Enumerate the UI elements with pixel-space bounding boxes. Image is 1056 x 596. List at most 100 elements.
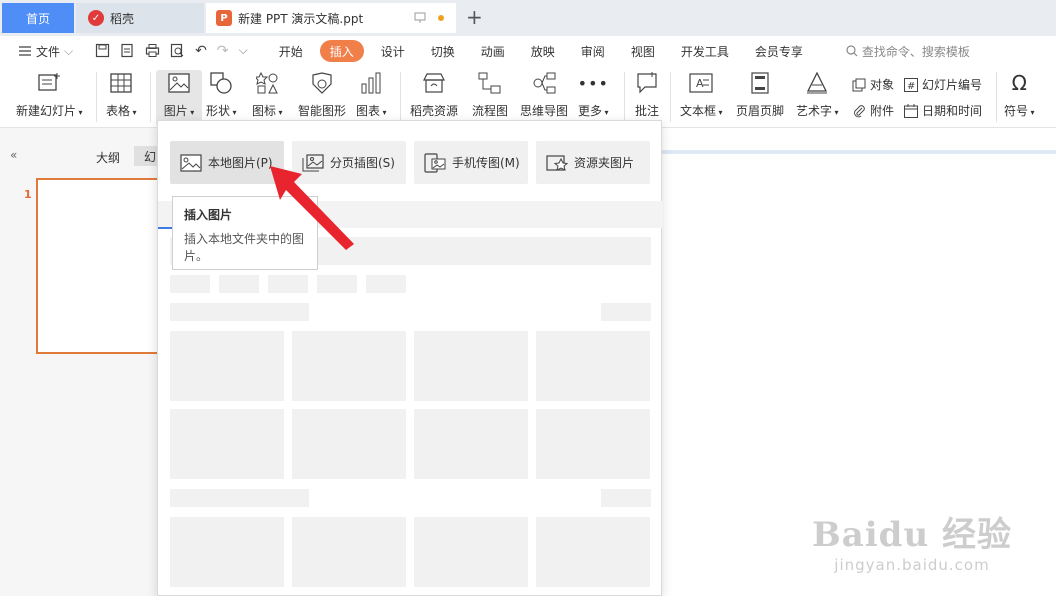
file-menu-label: 文件 [36,44,61,59]
mindmap-button[interactable]: 思维导图 [520,70,568,119]
loading-placeholder [219,275,259,293]
tab-home[interactable]: 首页 [2,3,74,33]
customize-toolbar-icon[interactable]: ⌵ [239,43,248,59]
print-preview-icon[interactable] [170,43,185,59]
flowchart-button[interactable]: 流程图 [472,70,508,119]
picture-icon [166,70,192,96]
new-tab-plus-icon[interactable]: + [466,5,483,29]
tab-daoke[interactable]: ✓ 稻壳 [76,3,204,33]
menu-tab-transition[interactable]: 切换 [418,40,468,62]
menu-tab-start[interactable]: 开始 [266,40,316,62]
export-pdf-icon[interactable] [120,43,135,59]
attachment-label: 附件 [870,104,895,118]
daoke-resources-label: 稻壳资源 [410,104,459,118]
slide-panel: « 大纲 幻 1 [0,128,166,596]
textbox-button[interactable]: A 文本框 ▾ [680,70,723,119]
smart-shape-button[interactable]: 智能图形 [298,70,346,119]
object-button[interactable]: 对象 [852,76,894,93]
slide-number-button[interactable]: # 幻灯片编号 [904,76,982,93]
shape-button[interactable]: 形状 ▾ [206,70,237,119]
chart-icon [358,70,384,96]
ppt-logo-icon: P [216,10,232,26]
icon-button[interactable]: 图标 ▾ [252,70,283,119]
file-menu[interactable]: 文件 ⌵ [18,43,73,60]
resource-folder-option[interactable]: 资源夹图片 [536,141,650,184]
new-slide-label: 新建幻灯片 [16,104,77,118]
collapse-panel-icon[interactable]: « [10,148,17,162]
loading-placeholder [366,275,406,293]
header-footer-button[interactable]: 页眉页脚 [736,70,784,119]
menu-tab-design[interactable]: 设计 [368,40,418,62]
phone-picture-icon [424,152,446,173]
menu-tab-review[interactable]: 审阅 [568,40,618,62]
smart-shape-label: 智能图形 [298,104,347,118]
symbol-button[interactable]: Ω 符号 ▾ [1004,70,1035,119]
loading-placeholder [170,275,210,293]
menu-tabs: 开始 插入 设计 切换 动画 放映 审阅 视图 开发工具 会员专享 [266,40,816,62]
chart-button[interactable]: 图表 ▾ [356,70,387,119]
object-icon [852,78,866,92]
new-slide-button[interactable]: 新建幻灯片 ▾ [16,70,83,119]
slide-thumbnail[interactable] [36,178,166,354]
comment-button[interactable]: 批注 [634,70,660,119]
monitor-icon[interactable] [414,12,426,24]
save-icon[interactable] [95,43,110,59]
picture-dropdown: 本地图片(P) 分页插图(S) 手机传图(M) 资源夹图片 [157,120,663,596]
icon-library-icon [254,70,280,96]
menu-tab-developer[interactable]: 开发工具 [668,40,742,62]
smart-shape-icon [309,70,335,96]
datetime-button[interactable]: 日期和时间 [904,102,982,119]
daoke-logo-icon: ✓ [88,10,104,26]
mindmap-icon [531,70,557,96]
comment-icon [634,70,660,96]
wordart-button[interactable]: 艺术字 ▾ [796,70,839,119]
loading-card [292,517,406,587]
mindmap-label: 思维导图 [520,104,569,118]
menu-tab-insert[interactable]: 插入 [319,40,364,62]
outline-tab[interactable]: 大纲 [96,149,120,166]
daoke-resources-button[interactable]: 稻壳资源 [410,70,458,119]
ribbon-separator [670,72,671,122]
menu-tab-member[interactable]: 会员专享 [742,40,816,62]
new-slide-icon [36,70,62,96]
undo-icon[interactable]: ↶ [195,43,207,59]
print-icon[interactable] [145,43,160,59]
phone-transfer-option[interactable]: 手机传图(M) [414,141,528,184]
ribbon-separator [996,72,997,122]
table-button[interactable]: 表格 ▾ [106,70,137,119]
slide-number: 1 [24,188,32,201]
icon-label: 图标 [252,104,277,118]
flowchart-icon [477,70,503,96]
svg-text:#: # [907,81,915,92]
ribbon-separator [400,72,401,122]
textbox-icon: A [688,70,714,96]
picture-icon [180,153,202,172]
picture-button[interactable]: 图片 ▾ [156,70,202,126]
chevron-down-icon: ⌵ [64,43,74,58]
menu-tab-slideshow[interactable]: 放映 [518,40,568,62]
tab-document[interactable]: P 新建 PPT 演示文稿.ppt [206,3,456,33]
calendar-icon [904,103,918,118]
red-arrow-annotation [270,166,354,250]
ribbon-separator [150,72,151,122]
attachment-button[interactable]: 附件 [852,102,894,119]
svg-text:A: A [696,77,704,90]
wordart-icon [804,70,830,96]
flowchart-label: 流程图 [472,104,509,118]
table-icon [108,70,134,96]
command-search[interactable]: 查找命令、搜索模板 [846,43,970,60]
loading-card [414,517,528,587]
menu-row: 文件 ⌵ ↶ ↷ ⌵ 开始 插入 设计 切换 动画 放映 审阅 视图 开发工具 … [0,36,1056,66]
menu-tab-view[interactable]: 视图 [618,40,668,62]
header-footer-label: 页眉页脚 [736,104,785,118]
header-footer-icon [747,70,773,96]
baidu-watermark: Baidu 经验 jingyan.baidu.com [812,507,1012,574]
more-button[interactable]: ••• 更多 ▾ [578,70,609,119]
app-window: 首页 ✓ 稻壳 P 新建 PPT 演示文稿.ppt + 文件 ⌵ ↶ ↷ ⌵ 开… [0,0,1056,596]
loading-placeholder [268,275,308,293]
redo-icon[interactable]: ↷ [217,43,229,59]
loading-placeholder [317,275,357,293]
loading-card [414,331,528,401]
quick-access-toolbar: ↶ ↷ ⌵ [95,43,248,59]
menu-tab-animation[interactable]: 动画 [468,40,518,62]
